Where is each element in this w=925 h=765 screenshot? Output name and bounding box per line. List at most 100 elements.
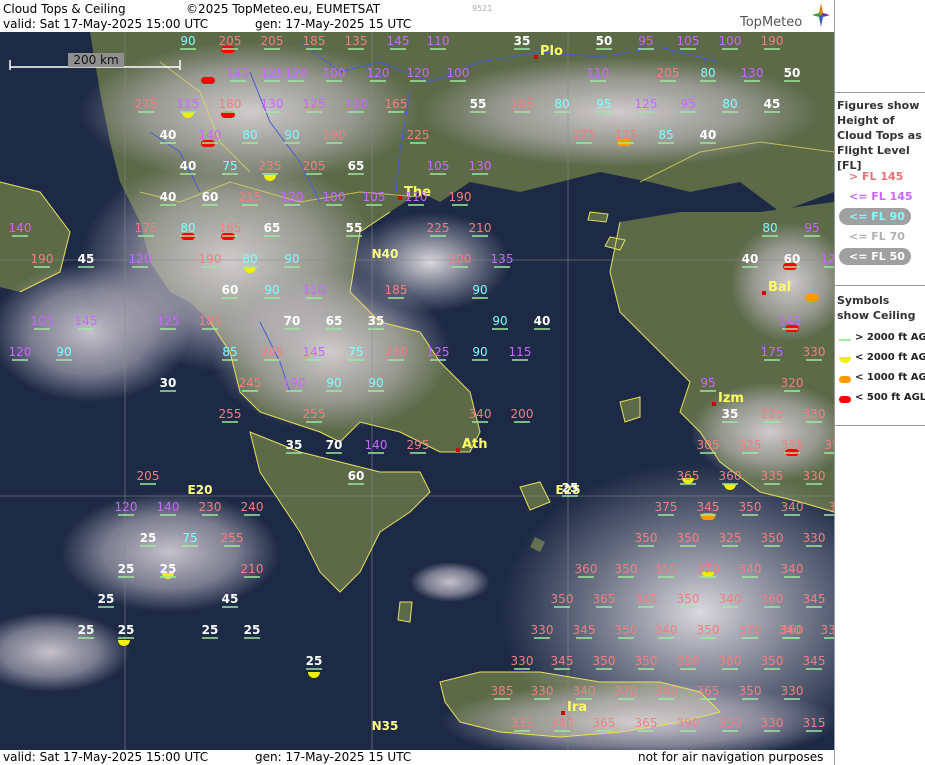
legend-symbol-title: Symbols show Ceiling [837,294,916,322]
cloud-top-label: 110 [405,190,428,204]
cloud-top-label: 85 [658,128,673,142]
cloud-top-label: 255 [219,407,242,421]
image-code: 9521 [472,4,493,13]
cloud-top-label: 350 [635,531,658,545]
cloud-top-label: 205 [137,469,160,483]
cloud-top-label: 330 [761,716,784,730]
footer-disclaimer: not for air navigation purposes [638,750,824,764]
cloud-top-label: 350 [761,531,784,545]
cloud-top-label: 340 [719,592,742,606]
cloud-top-label: 325 [719,531,742,545]
city-marker [534,55,538,59]
cloud-top-label: 25 [562,481,579,495]
cloud-top-label: 165 [385,97,408,111]
cloud-top-label: 90 [326,376,341,390]
legend-symbol-icon [839,339,851,341]
legend-symbol-label: < 1000 ft AGL [855,372,925,383]
cloud-top-label: 80 [180,221,195,235]
legend-symbol-label: < 500 ft AGL [855,392,925,403]
cloud-top-label: 350 [677,531,700,545]
cloud-top-label: 25 [140,531,157,545]
legend-fl-title: Figures show Height of Cloud Tops as Fli… [837,99,922,172]
cloud-top-label: 140 [365,438,388,452]
cloud-top-label: 130 [261,97,284,111]
cloud-top-label: 90 [56,345,71,359]
cloud-top-label: 180 [219,97,242,111]
cloud-top-label: 335 [781,438,804,452]
cloud-top-label: 205 [261,345,284,359]
cloud-top-label: 205 [261,34,284,48]
cloud-top-label: 125 [427,345,450,359]
cloud-top-label: 90 [368,376,383,390]
cloud-top-label: 125 [303,97,326,111]
cloud-top-label: 365 [593,716,616,730]
logo-text: TopMeteo [740,15,803,30]
city-marker [762,291,766,295]
cloud-top-label: 330 [511,654,534,668]
ceiling-low-bar [701,513,715,520]
cloud-top-label: 340 [655,623,678,637]
city-marker [712,402,716,406]
cloud-top-label: 190 [449,190,472,204]
grid-coordinate-label: E20 [188,483,213,497]
legend-fl-item: <= FL 70 [837,230,925,246]
cloud-top-label: 45 [222,592,239,606]
cloud-top-label: 185 [511,97,534,111]
cloud-top-label: 330 [821,623,834,637]
cloud-top-label: 40 [160,190,177,204]
cloud-top-label: 390 [677,716,700,730]
legend-fl-label: <= FL 90 [849,210,905,223]
cloud-top-label: 365 [593,592,616,606]
topmeteo-logo[interactable]: TopMeteo [740,3,830,31]
cloud-top-label: 330 [531,684,554,698]
cloud-top-label: 275 [573,128,596,142]
cloud-top-label: 230 [385,345,408,359]
city-name: Bal [768,280,791,295]
legend-symbol-icon [839,396,851,403]
city-marker [398,196,402,200]
cloud-top-label: 90 [180,34,195,48]
cloud-top-label: 80 [722,97,737,111]
cloud-top-label: 120 [285,66,308,80]
cloud-top-label: 345 [573,623,596,637]
cloud-top-label: 245 [239,376,262,390]
cloud-top-label: 350 [615,623,638,637]
legend-divider [835,425,925,426]
cloud-top-label: 25 [98,592,115,606]
cloud-top-label: 235 [259,159,282,173]
cloud-top-label: 330 [781,684,804,698]
cloud-top-label: 100 [323,190,346,204]
cloud-top-label: 330 [803,469,826,483]
cloud-top-label: 40 [534,314,551,328]
satellite-map[interactable]: Plo The Ath Izm Bal Ira N40 N35 E20 E25 90 205 205… [0,32,834,750]
grid-coordinate-label: N40 [372,247,399,261]
cloud-top-label: 385 [491,684,514,698]
cloud-top-label: 65 [264,221,281,235]
cloud-top-label: 275 [135,97,158,111]
cloud-top-label: 360 [575,562,598,576]
cloud-top-label: 35 [368,314,385,328]
cloud-top-label: 315 [803,716,826,730]
legend-symbol-label: < 2000 ft AGL [855,352,925,363]
cloud-top-label: 90 [492,314,507,328]
cloud-top-label: 190 [31,252,54,266]
cloud-top-label: 75 [182,531,197,545]
cloud-top-label: 25 [244,623,261,637]
cloud-top-label: 350 [593,654,616,668]
cloud-top-label: 140 [9,221,32,235]
cloud-top-label: 80 [762,221,777,235]
cloud-top-label: 50 [784,66,801,80]
compass-icon [812,3,830,27]
cloud-top-label: 100 [323,66,346,80]
cloud-top-label: 350 [677,592,700,606]
cloud-top-label: 360 [719,469,742,483]
city-marker [561,711,565,715]
cloud-top-label: 350 [615,562,638,576]
cloud-top-label: 190 [199,252,222,266]
cloud-top-label: 350 [635,654,658,668]
legend-fl-label: <= FL 70 [849,230,905,243]
cloud-top-label: 370 [739,623,762,637]
cloud-top-label: 355 [655,562,678,576]
legend-symbol-item: < 2000 ft AGL [837,352,925,368]
cloud-top-label: 375 [655,500,678,514]
